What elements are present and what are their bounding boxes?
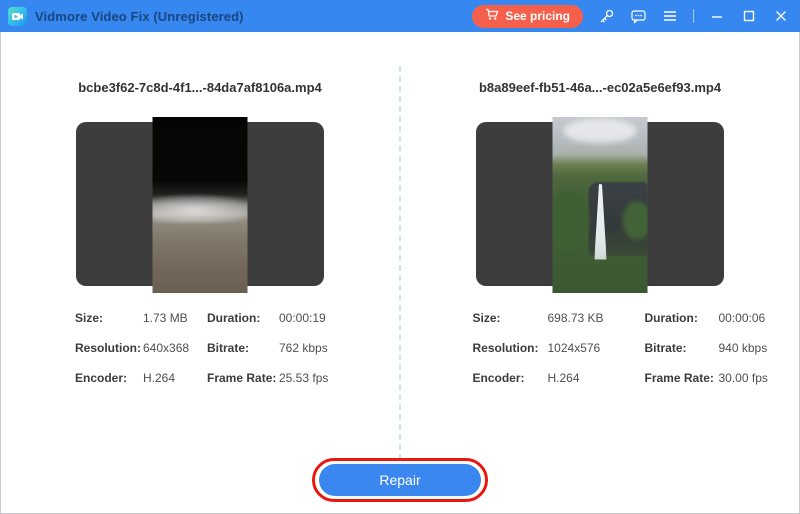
register-key-icon[interactable] [597, 7, 615, 25]
content-area: bcbe3f62-7c8d-4f1...-84da7af8106a.mp4 Si… [0, 32, 800, 514]
titlebar-right: See pricing [472, 5, 790, 28]
meta-value: 762 kbps [279, 342, 328, 355]
meta-value: H.264 [143, 372, 207, 385]
meta-label: Bitrate: [645, 342, 719, 355]
meta-label: Duration: [645, 312, 719, 325]
meta-value: 00:00:19 [279, 312, 328, 325]
meta-value: 1.73 MB [143, 312, 207, 325]
meta-label: Size: [75, 312, 143, 325]
video-thumbnail-left[interactable] [76, 122, 324, 286]
wave-foam [153, 194, 248, 222]
video-filename: b8a89eef-fb51-46a...-ec02a5e6ef93.mp4 [479, 80, 721, 95]
meta-value: 00:00:06 [719, 312, 768, 325]
app-logo-icon [8, 7, 27, 26]
annotation-highlight: Repair [312, 458, 488, 502]
feedback-icon[interactable] [629, 7, 647, 25]
meta-value: 940 kbps [719, 342, 768, 355]
foliage-right [623, 201, 648, 240]
video-frame-waterfall [553, 117, 648, 293]
meta-label: Frame Rate: [645, 372, 719, 385]
titlebar-left: Vidmore Video Fix (Unregistered) [8, 7, 244, 26]
video-meta-right: Size: 698.73 KB Duration: 00:00:06 Resol… [473, 312, 728, 385]
menu-icon[interactable] [661, 7, 679, 25]
video-frame-beach [153, 117, 248, 293]
repair-button[interactable]: Repair [319, 464, 481, 496]
maximize-icon[interactable] [740, 7, 758, 25]
meta-label: Resolution: [473, 342, 548, 355]
video-filename: bcbe3f62-7c8d-4f1...-84da7af8106a.mp4 [78, 80, 322, 95]
video-panel-right: b8a89eef-fb51-46a...-ec02a5e6ef93.mp4 Si… [400, 32, 800, 514]
meta-value: 30.00 fps [719, 372, 768, 385]
meta-label: Bitrate: [207, 342, 279, 355]
close-icon[interactable] [772, 7, 790, 25]
footer: Repair [0, 458, 800, 502]
video-meta-left: Size: 1.73 MB Duration: 00:00:19 Resolut… [75, 312, 325, 385]
meta-label: Frame Rate: [207, 372, 279, 385]
meta-value: 1024x576 [548, 342, 645, 355]
meta-value: 698.73 KB [548, 312, 645, 325]
meta-value: 640x368 [143, 342, 207, 355]
see-pricing-label: See pricing [505, 9, 570, 23]
meta-label: Resolution: [75, 342, 143, 355]
meta-value: H.264 [548, 372, 645, 385]
window-title: Vidmore Video Fix (Unregistered) [35, 9, 244, 24]
meta-label: Encoder: [75, 372, 143, 385]
meta-label: Duration: [207, 312, 279, 325]
app-window: Vidmore Video Fix (Unregistered) See pri… [0, 0, 800, 514]
titlebar-divider [693, 9, 694, 23]
foliage-left [553, 191, 590, 251]
cart-icon [485, 8, 499, 24]
panel-divider [399, 66, 401, 460]
meta-value: 25.53 fps [279, 372, 328, 385]
video-thumbnail-right[interactable] [476, 122, 724, 286]
minimize-icon[interactable] [708, 7, 726, 25]
meta-label: Encoder: [473, 372, 548, 385]
meta-label: Size: [473, 312, 548, 325]
video-panel-left: bcbe3f62-7c8d-4f1...-84da7af8106a.mp4 Si… [0, 32, 400, 514]
sky-clouds [564, 119, 636, 144]
titlebar: Vidmore Video Fix (Unregistered) See pri… [0, 0, 800, 32]
see-pricing-button[interactable]: See pricing [472, 5, 583, 28]
